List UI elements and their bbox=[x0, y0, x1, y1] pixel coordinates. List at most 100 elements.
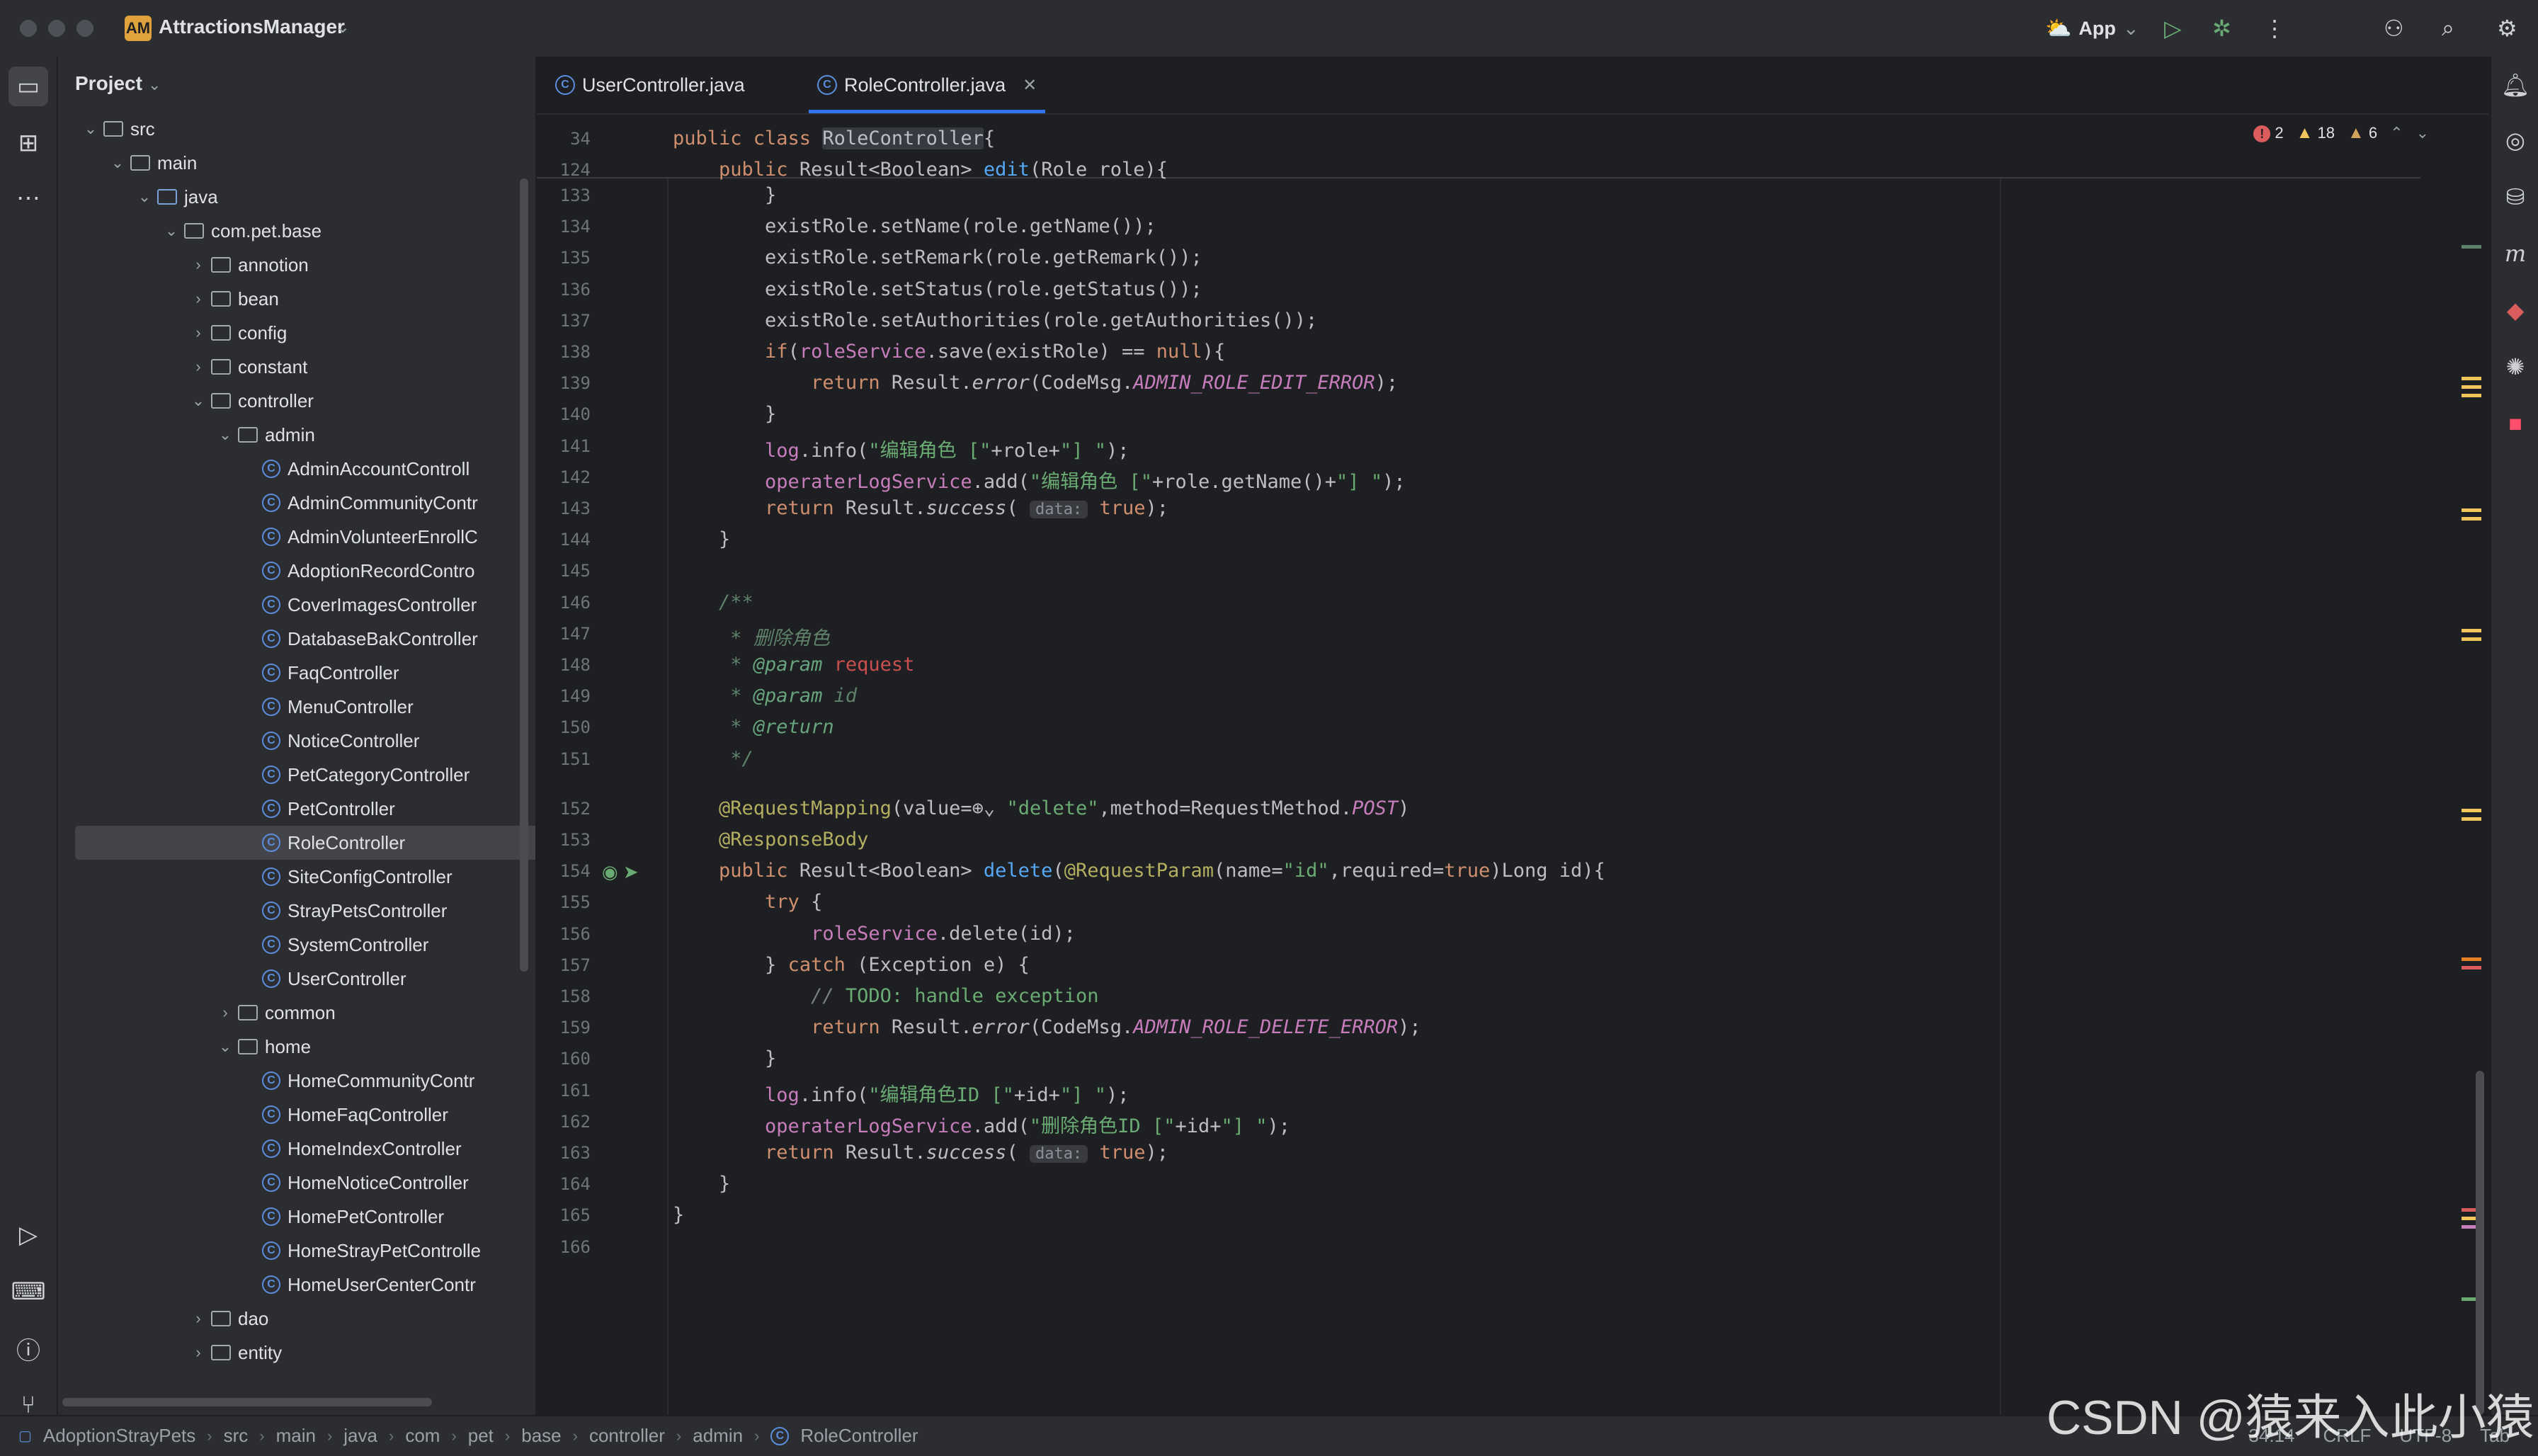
stripe-mark[interactable] bbox=[2462, 809, 2481, 812]
add-user-icon[interactable]: ⚇ bbox=[2384, 13, 2404, 44]
project-folder-icon[interactable]: ▭ bbox=[8, 67, 48, 106]
sticky-code-line[interactable]: public class RoleController{ bbox=[673, 127, 995, 149]
breadcrumb-item[interactable]: RoleController bbox=[800, 1425, 918, 1447]
more-horizontal-icon[interactable]: ⋯ bbox=[8, 178, 48, 218]
breadcrumb-item[interactable]: main bbox=[276, 1425, 316, 1447]
tree-item-class[interactable]: C HomePetController bbox=[58, 1200, 535, 1234]
code-line[interactable]: * @param request bbox=[673, 654, 914, 676]
tree-item-class[interactable]: C HomeNoticeController bbox=[58, 1166, 535, 1200]
tree-item-folder[interactable]: ⌄ java bbox=[58, 180, 535, 214]
tree-item-class[interactable]: C PetCategoryController bbox=[58, 758, 535, 792]
code-line[interactable]: return Result.error(CodeMsg.ADMIN_ROLE_D… bbox=[673, 1016, 1421, 1038]
code-line[interactable]: log.info("编辑角色ID ["+id+"] "); bbox=[673, 1079, 1129, 1107]
tree-item-class[interactable]: C HomeIndexController bbox=[58, 1132, 535, 1166]
stripe-mark[interactable] bbox=[2462, 385, 2481, 389]
code-line[interactable]: } catch (Exception e) { bbox=[673, 954, 1030, 976]
tree-item-folder[interactable]: ⌄ com.pet.base bbox=[58, 214, 535, 248]
code-line[interactable]: } bbox=[673, 528, 730, 550]
code-line[interactable]: if(roleService.save(existRole) == null){ bbox=[673, 341, 1225, 363]
stripe-mark[interactable] bbox=[2462, 957, 2481, 961]
breadcrumb-item[interactable]: base bbox=[521, 1425, 561, 1447]
tree-item-folder[interactable]: ⌄ main bbox=[58, 146, 535, 180]
code-line[interactable]: @ResponseBody bbox=[673, 829, 868, 851]
tree-item-folder[interactable]: ⌄ home bbox=[58, 1030, 535, 1064]
tree-item-class[interactable]: C MenuController bbox=[58, 690, 535, 724]
breadcrumb-item[interactable]: AdoptionStrayPets bbox=[43, 1425, 195, 1447]
code-line[interactable]: existRole.setStatus(role.getStatus()); bbox=[673, 278, 1202, 300]
inspection-widget[interactable]: ! 2 ▲ 18 ▲ 6 ⌃ ⌄ bbox=[2253, 123, 2429, 143]
plugin-red-app-icon[interactable]: ■ bbox=[2498, 406, 2532, 440]
tree-item-class[interactable]: C RoleController bbox=[58, 826, 535, 860]
tree-item-class[interactable]: C DatabaseBakController bbox=[58, 622, 535, 656]
chevron-down-icon[interactable]: ⌄ bbox=[108, 154, 127, 172]
breadcrumb-item[interactable]: java bbox=[343, 1425, 377, 1447]
tree-item-folder[interactable]: ⌄ controller bbox=[58, 384, 535, 418]
tree-item-class[interactable]: C NoticeController bbox=[58, 724, 535, 758]
terminal-icon[interactable]: ⌨ bbox=[8, 1272, 48, 1312]
code-line[interactable]: /** bbox=[673, 591, 753, 613]
stripe-mark[interactable] bbox=[2462, 245, 2481, 249]
breadcrumb-item[interactable]: pet bbox=[468, 1425, 494, 1447]
tree-item-folder[interactable]: › config bbox=[58, 316, 535, 350]
chevron-right-icon[interactable]: › bbox=[188, 290, 208, 308]
services-icon[interactable]: ▷ bbox=[8, 1215, 48, 1255]
tree-item-class[interactable]: C StrayPetsController bbox=[58, 894, 535, 928]
tree-item-class[interactable]: C HomeStrayPetControlle bbox=[58, 1234, 535, 1268]
sticky-code-line[interactable]: public Result<Boolean> edit(Role role){ bbox=[673, 159, 1168, 181]
tree-item-folder[interactable]: › common bbox=[58, 996, 535, 1030]
project-name[interactable]: AttractionsManager bbox=[159, 16, 345, 38]
stripe-mark[interactable] bbox=[2462, 377, 2481, 380]
code-line[interactable]: @RequestMapping(value=⊕⌄ "delete",method… bbox=[673, 797, 1409, 819]
code-line[interactable]: log.info("编辑角色 ["+role+"] "); bbox=[673, 435, 1129, 462]
chevron-down-icon[interactable]: ⌄ bbox=[161, 222, 181, 240]
editor-vertical-scrollbar[interactable] bbox=[2476, 1071, 2484, 1415]
tree-item-folder[interactable]: › dao bbox=[58, 1302, 535, 1336]
tree-item-class[interactable]: C PetController bbox=[58, 792, 535, 826]
chevron-right-icon[interactable]: › bbox=[188, 358, 208, 376]
code-line[interactable]: } bbox=[673, 1047, 776, 1069]
tree-item-folder[interactable]: › bean bbox=[58, 282, 535, 316]
ai-assistant-icon[interactable]: ◎ bbox=[2498, 123, 2532, 157]
gear-icon[interactable]: ⚙ bbox=[2497, 13, 2517, 44]
tree-item-folder[interactable]: ⌄ admin bbox=[58, 418, 535, 452]
maven-icon[interactable]: m bbox=[2498, 237, 2532, 271]
chevron-down-icon[interactable]: ⌄ bbox=[81, 120, 101, 138]
project-vertical-scrollbar[interactable] bbox=[520, 178, 528, 972]
stripe-mark[interactable] bbox=[2462, 817, 2481, 821]
plugin-aperture-icon[interactable]: ✺ bbox=[2498, 350, 2532, 384]
run-configuration-selector[interactable]: ⛅ App ⌄ bbox=[2045, 14, 2139, 42]
database-icon[interactable]: ⛁ bbox=[2498, 180, 2532, 214]
code-line[interactable]: operaterLogService.add("删除角色ID ["+id+"] … bbox=[673, 1110, 1290, 1138]
chevron-up-icon[interactable]: ⌃ bbox=[2390, 124, 2403, 142]
chevron-right-icon[interactable]: › bbox=[188, 1343, 208, 1362]
breadcrumb-item[interactable]: src bbox=[224, 1425, 249, 1447]
code-line[interactable]: } bbox=[673, 1173, 730, 1195]
tree-item-class[interactable]: C AdoptionRecordContro bbox=[58, 554, 535, 588]
maximize-window-button[interactable] bbox=[76, 20, 93, 37]
chevron-down-icon[interactable]: ⌄ bbox=[188, 392, 208, 410]
debug-icon[interactable]: ✲ bbox=[2212, 13, 2231, 44]
endpoint-gutter-icon[interactable]: ◉ ➤ bbox=[602, 861, 639, 883]
structure-icon[interactable]: ⊞ bbox=[8, 123, 48, 163]
chevron-right-icon[interactable]: › bbox=[188, 324, 208, 342]
code-line[interactable]: * @return bbox=[673, 716, 833, 738]
tree-item-folder[interactable]: ⌄ src bbox=[58, 112, 535, 146]
notifications-bell-icon[interactable]: 🔔︎ bbox=[2498, 68, 2532, 102]
code-line[interactable]: operaterLogService.add("编辑角色 ["+role.get… bbox=[673, 466, 1406, 494]
tab-user-controller[interactable]: C UserController.java bbox=[555, 57, 745, 113]
code-line[interactable]: } bbox=[673, 184, 776, 206]
stripe-mark[interactable] bbox=[2462, 394, 2481, 397]
chevron-down-icon[interactable]: ⌄ bbox=[135, 188, 154, 206]
code-line[interactable]: return Result.success( data: true); bbox=[673, 497, 1168, 519]
tree-item-class[interactable]: C SystemController bbox=[58, 928, 535, 962]
code-line[interactable]: public Result<Boolean> delete(@RequestPa… bbox=[673, 860, 1605, 882]
tree-item-folder[interactable]: › constant bbox=[58, 350, 535, 384]
sticky-scroll-header[interactable]: 34 public class RoleController{124 public… bbox=[537, 115, 2420, 181]
code-line[interactable]: } bbox=[673, 403, 776, 425]
stripe-mark[interactable] bbox=[2462, 517, 2481, 521]
tree-item-class[interactable]: C HomeFaqController bbox=[58, 1098, 535, 1132]
more-vertical-icon[interactable]: ⋮ bbox=[2263, 13, 2286, 44]
tree-item-class[interactable]: C AdminCommunityContr bbox=[58, 486, 535, 520]
breadcrumb-item[interactable]: controller bbox=[589, 1425, 665, 1447]
chevron-right-icon[interactable]: › bbox=[188, 1309, 208, 1328]
